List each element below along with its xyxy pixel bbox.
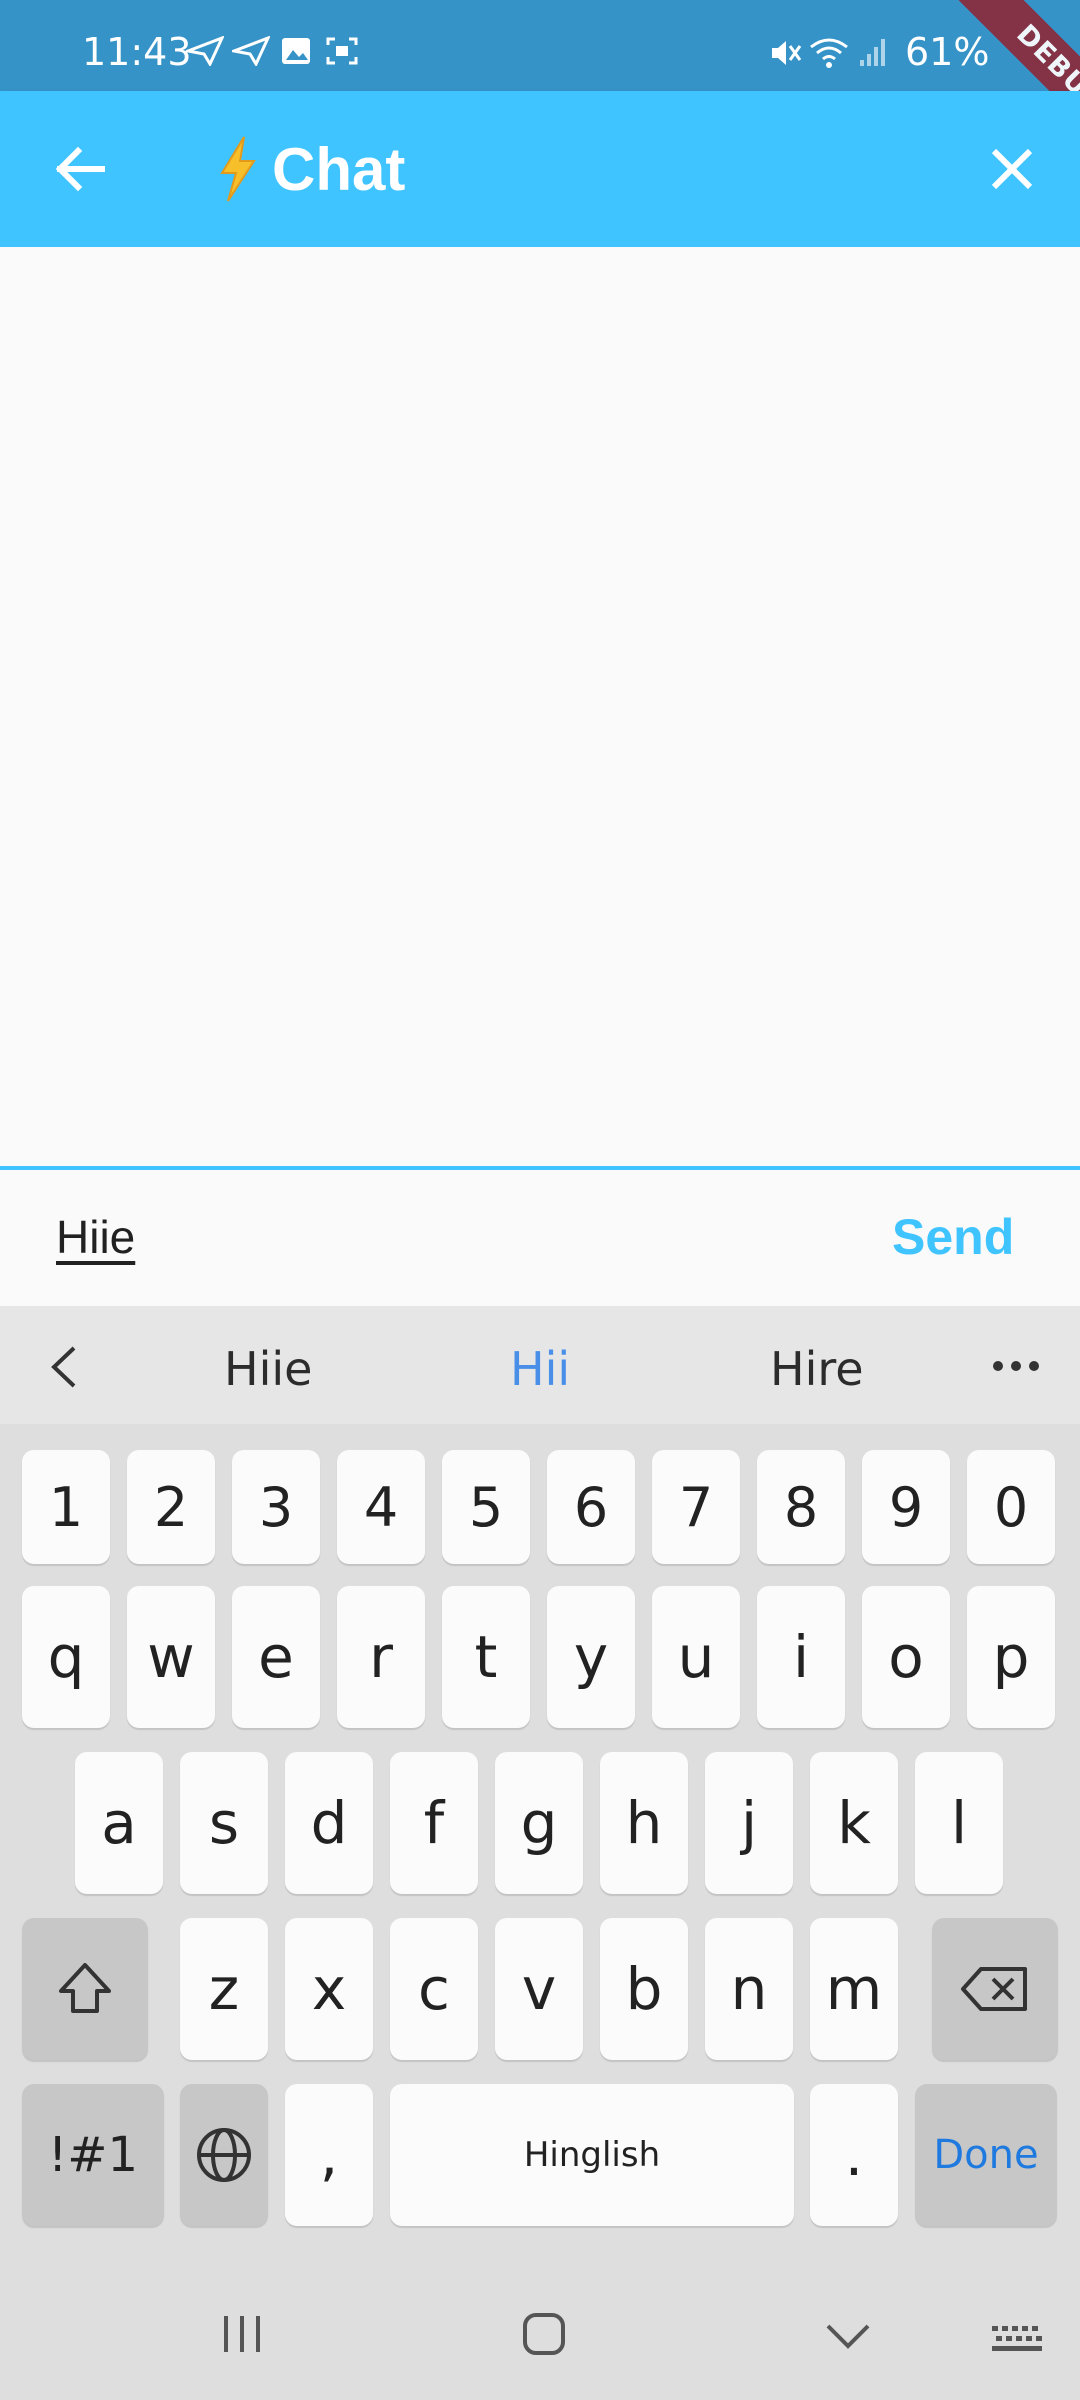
key-e[interactable]: e xyxy=(232,1586,320,1728)
done-key[interactable]: Done xyxy=(915,2084,1057,2226)
mute-icon xyxy=(772,41,802,65)
app-bar: Chat xyxy=(0,91,1080,247)
status-time: 11:43 xyxy=(82,30,192,74)
shift-key[interactable] xyxy=(22,1918,148,2060)
key-8[interactable]: 8 xyxy=(757,1450,845,1564)
key-k[interactable]: k xyxy=(810,1752,898,1894)
key-7[interactable]: 7 xyxy=(652,1450,740,1564)
key-b[interactable]: b xyxy=(600,1918,688,2060)
space-key-label: Hinglish xyxy=(523,2135,661,2175)
send-notification-icon xyxy=(232,36,270,66)
battery-percentage: 61% xyxy=(905,30,990,74)
key-f[interactable]: f xyxy=(390,1752,478,1894)
key-1[interactable]: 1 xyxy=(22,1450,110,1564)
key-r[interactable]: r xyxy=(337,1586,425,1728)
period-key[interactable]: . xyxy=(810,2084,898,2226)
chevron-down-icon[interactable] xyxy=(824,2320,872,2350)
recent-apps-icon[interactable] xyxy=(220,2310,264,2358)
key-3[interactable]: 3 xyxy=(232,1450,320,1564)
close-icon[interactable] xyxy=(972,129,1052,209)
back-arrow-icon[interactable] xyxy=(40,129,120,209)
suggestion-3[interactable]: Hire xyxy=(770,1342,864,1396)
space-key[interactable]: Hinglish xyxy=(390,2084,794,2226)
globe-icon xyxy=(197,2128,251,2182)
suggestion-bar: Hiie Hii Hire xyxy=(0,1306,1080,1424)
send-button[interactable]: Send xyxy=(892,1208,1014,1266)
key-2[interactable]: 2 xyxy=(127,1450,215,1564)
key-w[interactable]: w xyxy=(127,1586,215,1728)
key-q[interactable]: q xyxy=(22,1586,110,1728)
backspace-key[interactable] xyxy=(932,1918,1058,2060)
key-a[interactable]: a xyxy=(75,1752,163,1894)
page-title-text: Chat xyxy=(272,135,406,203)
shift-icon xyxy=(59,1963,111,2013)
key-y[interactable]: y xyxy=(547,1586,635,1728)
send-notification-icon xyxy=(186,36,224,66)
key-5[interactable]: 5 xyxy=(442,1450,530,1564)
key-u[interactable]: u xyxy=(652,1586,740,1728)
key-0[interactable]: 0 xyxy=(967,1450,1055,1564)
key-j[interactable]: j xyxy=(705,1752,793,1894)
navigation-bar xyxy=(0,2268,1080,2400)
key-d[interactable]: d xyxy=(285,1752,373,1894)
key-c[interactable]: c xyxy=(390,1918,478,2060)
page-title: Chat xyxy=(214,127,405,211)
key-i[interactable]: i xyxy=(757,1586,845,1728)
key-o[interactable]: o xyxy=(862,1586,950,1728)
signal-icon xyxy=(860,39,885,66)
key-x[interactable]: x xyxy=(285,1918,373,2060)
home-icon[interactable] xyxy=(520,2310,568,2358)
key-g[interactable]: g xyxy=(495,1752,583,1894)
suggestion-1[interactable]: Hiie xyxy=(224,1342,312,1396)
key-m[interactable]: m xyxy=(810,1918,898,2060)
key-n[interactable]: n xyxy=(705,1918,793,2060)
status-bar: 11:43 61% xyxy=(0,0,1080,91)
key-z[interactable]: z xyxy=(180,1918,268,2060)
key-s[interactable]: s xyxy=(180,1752,268,1894)
key-6[interactable]: 6 xyxy=(547,1450,635,1564)
key-h[interactable]: h xyxy=(600,1752,688,1894)
symbols-key[interactable]: !#1 xyxy=(22,2084,164,2226)
comma-key[interactable]: , xyxy=(285,2084,373,2226)
message-input[interactable]: Hiie xyxy=(56,1210,135,1264)
key-p[interactable]: p xyxy=(967,1586,1055,1728)
key-t[interactable]: t xyxy=(442,1586,530,1728)
lightning-bolt-icon xyxy=(220,136,256,202)
backspace-icon xyxy=(961,1967,1027,2011)
key-9[interactable]: 9 xyxy=(862,1450,950,1564)
keyboard-icon[interactable] xyxy=(990,2324,1046,2354)
chat-messages-area xyxy=(0,247,1080,1167)
message-composer: Hiie Send xyxy=(0,1170,1080,1306)
screenshot-notification-icon xyxy=(326,37,358,65)
keyboard: Hiie Hii Hire 1 2 3 4 5 6 7 8 9 0 q w e … xyxy=(0,1306,1080,2400)
key-v[interactable]: v xyxy=(495,1918,583,2060)
chevron-left-icon[interactable] xyxy=(44,1342,84,1392)
suggestion-2[interactable]: Hii xyxy=(510,1342,570,1396)
image-notification-icon xyxy=(282,38,310,64)
language-key[interactable] xyxy=(180,2084,268,2226)
wifi-icon xyxy=(810,38,848,68)
key-l[interactable]: l xyxy=(915,1752,1003,1894)
more-options-icon[interactable] xyxy=(990,1356,1042,1376)
key-4[interactable]: 4 xyxy=(337,1450,425,1564)
